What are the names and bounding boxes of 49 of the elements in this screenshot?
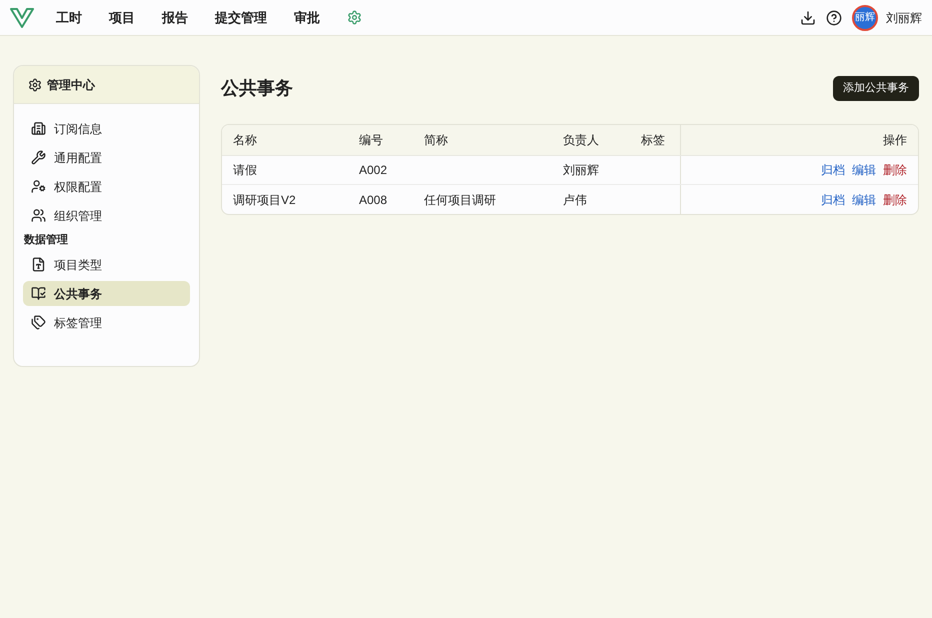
action-link[interactable]: 编辑 [852, 190, 876, 208]
download-icon[interactable] [800, 10, 816, 26]
column-header: 编号 [359, 133, 383, 147]
table-cell: A002 [359, 163, 388, 177]
file-icon [31, 257, 46, 272]
table-cell: 请假 [233, 163, 257, 177]
user-gear-icon [31, 179, 46, 194]
nav-tab[interactable]: 提交管理 [215, 8, 267, 28]
add-button[interactable]: 添加公共事务 [833, 76, 919, 101]
sidebar-item[interactable]: 公共事务 [23, 281, 190, 306]
table-cell: 卢伟 [563, 192, 587, 206]
nav-tab[interactable]: 工时 [56, 8, 82, 28]
column-header: 名称 [233, 133, 257, 147]
user-name[interactable]: 刘丽辉 [886, 8, 922, 26]
action-link[interactable]: 归档 [821, 161, 845, 179]
action-link[interactable]: 归档 [821, 190, 845, 208]
action-link[interactable]: 删除 [883, 190, 907, 208]
table-cell: A008 [359, 192, 388, 206]
tags-icon [31, 315, 46, 330]
page-title: 公共事务 [221, 77, 293, 100]
action-link[interactable]: 编辑 [852, 161, 876, 179]
sidebar-item[interactable]: 组织管理 [23, 203, 190, 228]
table-cell: 调研项目V2 [233, 192, 296, 206]
sidebar-item[interactable]: 权限配置 [23, 174, 190, 199]
sidebar-item[interactable]: 标签管理 [23, 310, 190, 335]
avatar[interactable]: 丽辉 [852, 4, 878, 30]
building-icon [31, 121, 46, 136]
sidebar-item[interactable]: 通用配置 [23, 145, 190, 170]
column-header: 操作 [883, 132, 907, 149]
sidebar-item[interactable]: 订阅信息 [23, 116, 190, 141]
settings-icon[interactable] [347, 10, 362, 25]
nav-tab[interactable]: 项目 [109, 8, 135, 28]
column-header: 负责人 [563, 133, 599, 147]
wrench-icon [31, 150, 46, 165]
users-icon [31, 208, 46, 223]
book-icon [31, 286, 46, 301]
table-cell: 刘丽辉 [563, 163, 599, 177]
help-icon[interactable] [826, 10, 842, 26]
column-header: 标签 [641, 133, 665, 147]
table-cell: 任何项目调研 [424, 192, 496, 206]
nav-tab[interactable]: 报告 [162, 8, 188, 28]
column-header: 简称 [424, 133, 448, 147]
nav-tab[interactable]: 审批 [294, 8, 320, 28]
action-link[interactable]: 删除 [883, 161, 907, 179]
sidebar-title: 管理中心 [47, 76, 95, 94]
logo-icon [10, 6, 34, 28]
sidebar-item[interactable]: 项目类型 [23, 252, 190, 277]
settings-icon [28, 78, 42, 92]
section-label: 数据管理 [23, 233, 69, 248]
